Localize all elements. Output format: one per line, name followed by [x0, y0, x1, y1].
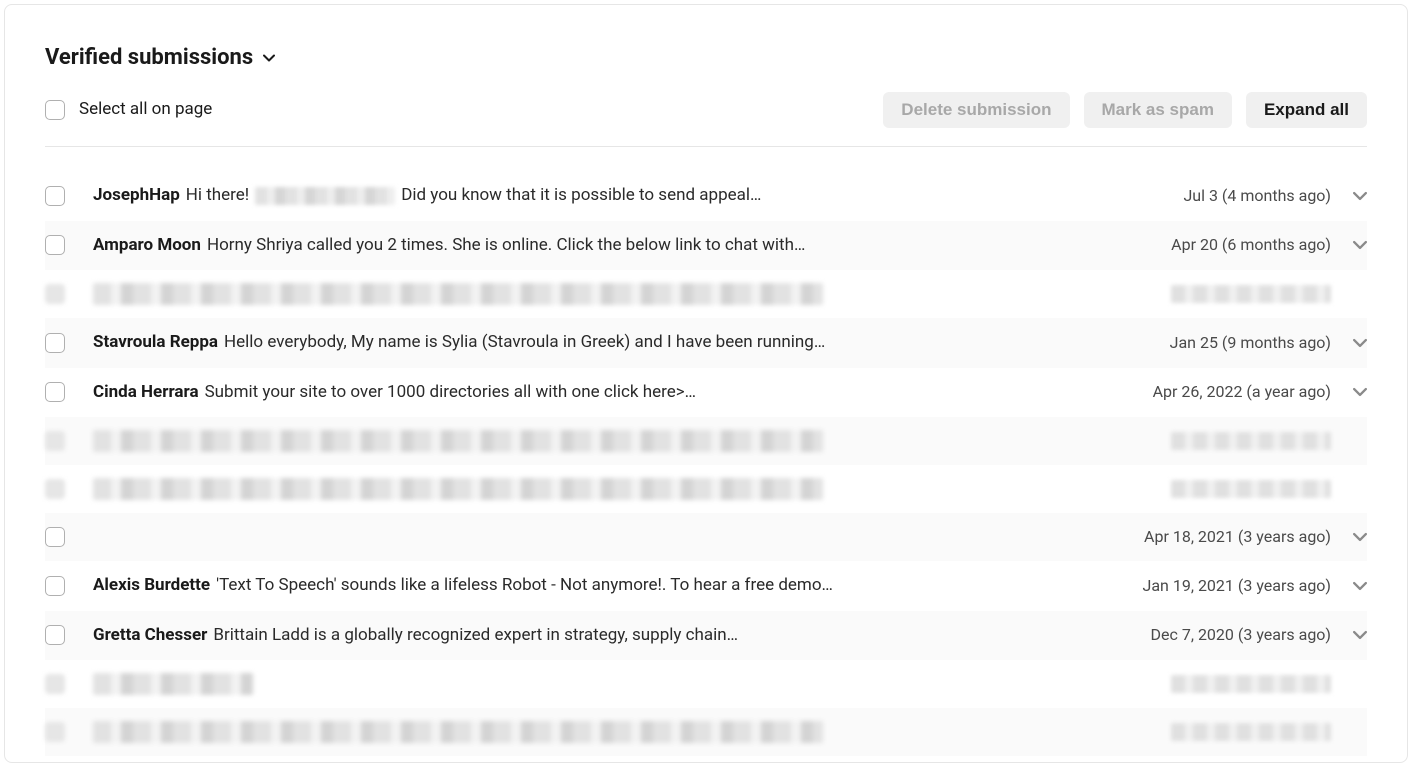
row-content: Stavroula ReppaHello everybody, My name … [93, 330, 1156, 356]
submission-row[interactable]: Cinda HerraraSubmit your site to over 10… [45, 368, 1367, 418]
chevron-down-icon[interactable] [1353, 579, 1367, 593]
header: Verified submissions [45, 41, 1367, 74]
redacted-checkbox [45, 674, 65, 694]
row-content: JosephHapHi there! Did you know that it i… [93, 183, 1169, 209]
submission-row[interactable]: Apr 18, 2021 (3 years ago) [45, 513, 1367, 561]
submission-date: Apr 26, 2022 (a year ago) [1153, 380, 1331, 404]
redacted-date [1171, 285, 1331, 303]
sender-name: Amparo Moon [93, 233, 201, 259]
chevron-down-icon[interactable] [1353, 189, 1367, 203]
submission-date: Dec 7, 2020 (3 years ago) [1151, 623, 1332, 647]
submission-row[interactable]: Amparo MoonHorny Shriya called you 2 tim… [45, 221, 1367, 271]
select-all-label: Select all on page [79, 97, 212, 123]
message-preview: Brittain Ladd is a globally recognized e… [213, 623, 738, 649]
redacted-content [93, 283, 823, 305]
submission-row[interactable]: JosephHapHi there! Did you know that it i… [45, 171, 1367, 221]
submission-row[interactable] [45, 417, 1367, 465]
toolbar-right: Delete submission Mark as spam Expand al… [883, 92, 1367, 128]
select-all-checkbox[interactable] [45, 100, 65, 120]
submission-row[interactable] [45, 660, 1367, 708]
message-preview: Did you know that it is possible to send… [401, 183, 761, 209]
message-preview: 'Text To Speech' sounds like a lifeless … [216, 573, 833, 599]
chevron-down-icon[interactable] [1353, 628, 1367, 642]
submission-date: Jan 19, 2021 (3 years ago) [1143, 574, 1332, 598]
redacted-content [93, 721, 823, 743]
message-preview: Hello everybody, My name is Sylia (Stavr… [224, 330, 825, 356]
chevron-down-icon[interactable] [1353, 385, 1367, 399]
submission-date: Apr 20 (6 months ago) [1171, 233, 1331, 257]
sender-name: Cinda Herrara [93, 380, 199, 406]
page-title: Verified submissions [45, 41, 253, 74]
row-checkbox[interactable] [45, 235, 65, 255]
row-checkbox[interactable] [45, 576, 65, 596]
submission-date: Jan 25 (9 months ago) [1170, 331, 1331, 355]
title-dropdown-toggle[interactable] [263, 52, 275, 64]
submission-row[interactable] [45, 708, 1367, 756]
expand-all-button[interactable]: Expand all [1246, 92, 1367, 128]
row-checkbox[interactable] [45, 382, 65, 402]
sender-name: JosephHap [93, 183, 180, 209]
chevron-down-icon[interactable] [1353, 336, 1367, 350]
submissions-panel: Verified submissions Select all on page … [4, 4, 1408, 763]
row-content: Alexis Burdette'Text To Speech' sounds l… [93, 573, 1129, 599]
submission-row[interactable]: Gretta ChesserBrittain Ladd is a globall… [45, 611, 1367, 661]
redacted-content [93, 478, 823, 500]
redacted-content [93, 430, 823, 452]
redacted-checkbox [45, 431, 65, 451]
redacted-date [1171, 723, 1331, 741]
delete-submission-button[interactable]: Delete submission [883, 92, 1069, 128]
redacted-date [1171, 432, 1331, 450]
row-content: Gretta ChesserBrittain Ladd is a globall… [93, 623, 1137, 649]
sender-name: Gretta Chesser [93, 623, 207, 649]
toolbar: Select all on page Delete submission Mar… [45, 92, 1367, 147]
row-content: Amparo MoonHorny Shriya called you 2 tim… [93, 233, 1157, 259]
submission-row[interactable]: AnthonyvexHi!Do you know the simplest wa… [45, 756, 1367, 763]
sender-name: Alexis Burdette [93, 573, 210, 599]
redacted-checkbox [45, 284, 65, 304]
row-checkbox[interactable] [45, 186, 65, 206]
message-preview: Hi there! [186, 183, 249, 209]
redacted-date [1171, 480, 1331, 498]
redacted-content [93, 673, 253, 695]
message-preview: Submit your site to over 1000 directorie… [205, 380, 696, 406]
redacted-checkbox [45, 479, 65, 499]
submission-date: Jul 3 (4 months ago) [1183, 184, 1331, 208]
submission-list: JosephHapHi there! Did you know that it i… [45, 171, 1367, 763]
toolbar-left: Select all on page [45, 97, 212, 123]
submission-row[interactable]: Alexis Burdette'Text To Speech' sounds l… [45, 561, 1367, 611]
submission-date: Apr 18, 2021 (3 years ago) [1144, 525, 1331, 549]
redacted-checkbox [45, 722, 65, 742]
redacted-date [1171, 675, 1331, 693]
sender-name: Stavroula Reppa [93, 330, 218, 356]
mark-as-spam-button[interactable]: Mark as spam [1084, 92, 1232, 128]
row-checkbox[interactable] [45, 527, 65, 547]
row-checkbox[interactable] [45, 625, 65, 645]
row-checkbox[interactable] [45, 333, 65, 353]
submission-row[interactable] [45, 465, 1367, 513]
redacted-inline [255, 187, 395, 205]
row-content: Cinda HerraraSubmit your site to over 10… [93, 380, 1139, 406]
submission-row[interactable]: Stavroula ReppaHello everybody, My name … [45, 318, 1367, 368]
message-preview: Horny Shriya called you 2 times. She is … [207, 233, 805, 259]
chevron-down-icon[interactable] [1353, 238, 1367, 252]
chevron-down-icon[interactable] [1353, 530, 1367, 544]
submission-row[interactable] [45, 270, 1367, 318]
